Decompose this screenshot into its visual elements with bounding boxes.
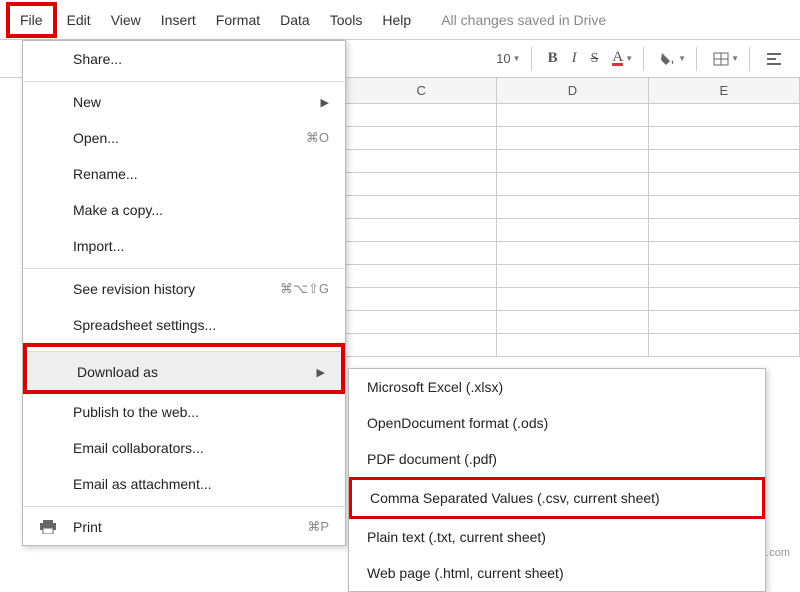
cell[interactable] <box>497 196 648 218</box>
text-color-button[interactable]: A ▼ <box>608 49 637 68</box>
menu-item-label: Open... <box>73 130 119 146</box>
menu-item-import[interactable]: Import... <box>23 228 345 264</box>
submenu-arrow-icon: ▶ <box>321 96 329 109</box>
font-size-value: 10 <box>496 51 510 66</box>
column-header-d[interactable]: D <box>497 78 648 103</box>
cell[interactable] <box>346 219 497 241</box>
cell[interactable] <box>497 150 648 172</box>
menubar: File Edit View Insert Format Data Tools … <box>0 0 800 40</box>
cell[interactable] <box>346 104 497 126</box>
cell[interactable] <box>649 242 800 264</box>
italic-button[interactable]: I <box>568 48 581 69</box>
menu-item-label: New <box>73 94 101 110</box>
menu-insert[interactable]: Insert <box>151 6 206 34</box>
text-color-label: A <box>612 51 623 66</box>
chevron-down-icon: ▼ <box>678 54 686 63</box>
menu-item-label: Download as <box>77 364 158 380</box>
submenu-arrow-icon: ▶ <box>317 366 325 379</box>
cell[interactable] <box>649 104 800 126</box>
cell[interactable] <box>497 334 648 356</box>
cell[interactable] <box>649 173 800 195</box>
chevron-down-icon: ▼ <box>625 54 633 63</box>
cell[interactable] <box>497 104 648 126</box>
download-as-submenu: Microsoft Excel (.xlsx) OpenDocument for… <box>348 368 766 592</box>
cell[interactable] <box>649 334 800 356</box>
submenu-item-txt[interactable]: Plain text (.txt, current sheet) <box>349 519 765 555</box>
cell[interactable] <box>497 288 648 310</box>
menu-edit[interactable]: Edit <box>57 6 101 34</box>
cell[interactable] <box>497 173 648 195</box>
column-headers: C D E <box>346 78 800 104</box>
cell[interactable] <box>346 334 497 356</box>
menu-item-label: See revision history <box>73 281 195 297</box>
chevron-down-icon: ▼ <box>513 54 521 63</box>
menu-item-new[interactable]: New ▶ <box>23 81 345 120</box>
cell[interactable] <box>346 311 497 333</box>
menu-item-spreadsheet-settings[interactable]: Spreadsheet settings... <box>23 307 345 343</box>
cell[interactable] <box>497 219 648 241</box>
shortcut-label: ⌘P <box>307 519 329 535</box>
cell[interactable] <box>497 242 648 264</box>
menu-item-print[interactable]: Print ⌘P <box>23 506 345 545</box>
cell[interactable] <box>649 311 800 333</box>
strikethrough-button[interactable]: S <box>587 49 603 69</box>
file-menu-dropdown: Share... New ▶ Open... ⌘O Rename... Make… <box>22 40 346 546</box>
menu-item-revision-history[interactable]: See revision history ⌘⌥⇧G <box>23 268 345 307</box>
submenu-item-xlsx[interactable]: Microsoft Excel (.xlsx) <box>349 369 765 405</box>
menu-help[interactable]: Help <box>372 6 421 34</box>
cell[interactable] <box>346 196 497 218</box>
submenu-item-ods[interactable]: OpenDocument format (.ods) <box>349 405 765 441</box>
column-header-e[interactable]: E <box>649 78 800 103</box>
menu-file[interactable]: File <box>6 2 57 38</box>
cell[interactable] <box>346 150 497 172</box>
menu-view[interactable]: View <box>101 6 151 34</box>
menu-item-open[interactable]: Open... ⌘O <box>23 120 345 156</box>
menu-format[interactable]: Format <box>206 6 270 34</box>
cell[interactable] <box>649 288 800 310</box>
fill-color-button[interactable]: ▼ <box>656 50 690 68</box>
font-size-selector[interactable]: 10 ▼ <box>492 49 524 68</box>
shortcut-label: ⌘⌥⇧G <box>280 281 329 297</box>
cell[interactable] <box>497 265 648 287</box>
menu-item-make-copy[interactable]: Make a copy... <box>23 192 345 228</box>
menu-item-download-as[interactable]: Download as ▶ <box>27 351 341 390</box>
cell[interactable] <box>346 173 497 195</box>
menu-item-rename[interactable]: Rename... <box>23 156 345 192</box>
menu-tools[interactable]: Tools <box>320 6 373 34</box>
submenu-item-pdf[interactable]: PDF document (.pdf) <box>349 441 765 477</box>
cell[interactable] <box>346 127 497 149</box>
menu-item-email-attachment[interactable]: Email as attachment... <box>23 466 345 502</box>
cell[interactable] <box>649 127 800 149</box>
menu-item-publish[interactable]: Publish to the web... <box>23 394 345 430</box>
align-icon <box>766 52 782 66</box>
cell[interactable] <box>346 242 497 264</box>
cell[interactable] <box>649 150 800 172</box>
cell[interactable] <box>497 311 648 333</box>
menu-item-email-collaborators[interactable]: Email collaborators... <box>23 430 345 466</box>
print-icon <box>39 520 57 534</box>
submenu-item-csv[interactable]: Comma Separated Values (.csv, current sh… <box>352 480 762 516</box>
paint-bucket-icon <box>660 52 676 66</box>
menu-data[interactable]: Data <box>270 6 320 34</box>
borders-icon <box>713 52 729 66</box>
cell[interactable] <box>497 127 648 149</box>
submenu-item-html[interactable]: Web page (.html, current sheet) <box>349 555 765 591</box>
cell[interactable] <box>649 196 800 218</box>
save-status: All changes saved in Drive <box>441 12 606 28</box>
cell[interactable] <box>649 265 800 287</box>
borders-button[interactable]: ▼ <box>709 50 743 68</box>
chevron-down-icon: ▼ <box>731 54 739 63</box>
cell[interactable] <box>346 265 497 287</box>
menu-item-label: Print <box>73 519 102 535</box>
menu-item-share[interactable]: Share... <box>23 41 345 77</box>
cell[interactable] <box>346 288 497 310</box>
column-header-c[interactable]: C <box>346 78 497 103</box>
bold-button[interactable]: B <box>544 48 562 69</box>
cell[interactable] <box>649 219 800 241</box>
shortcut-label: ⌘O <box>306 130 329 146</box>
align-button[interactable] <box>762 50 786 68</box>
